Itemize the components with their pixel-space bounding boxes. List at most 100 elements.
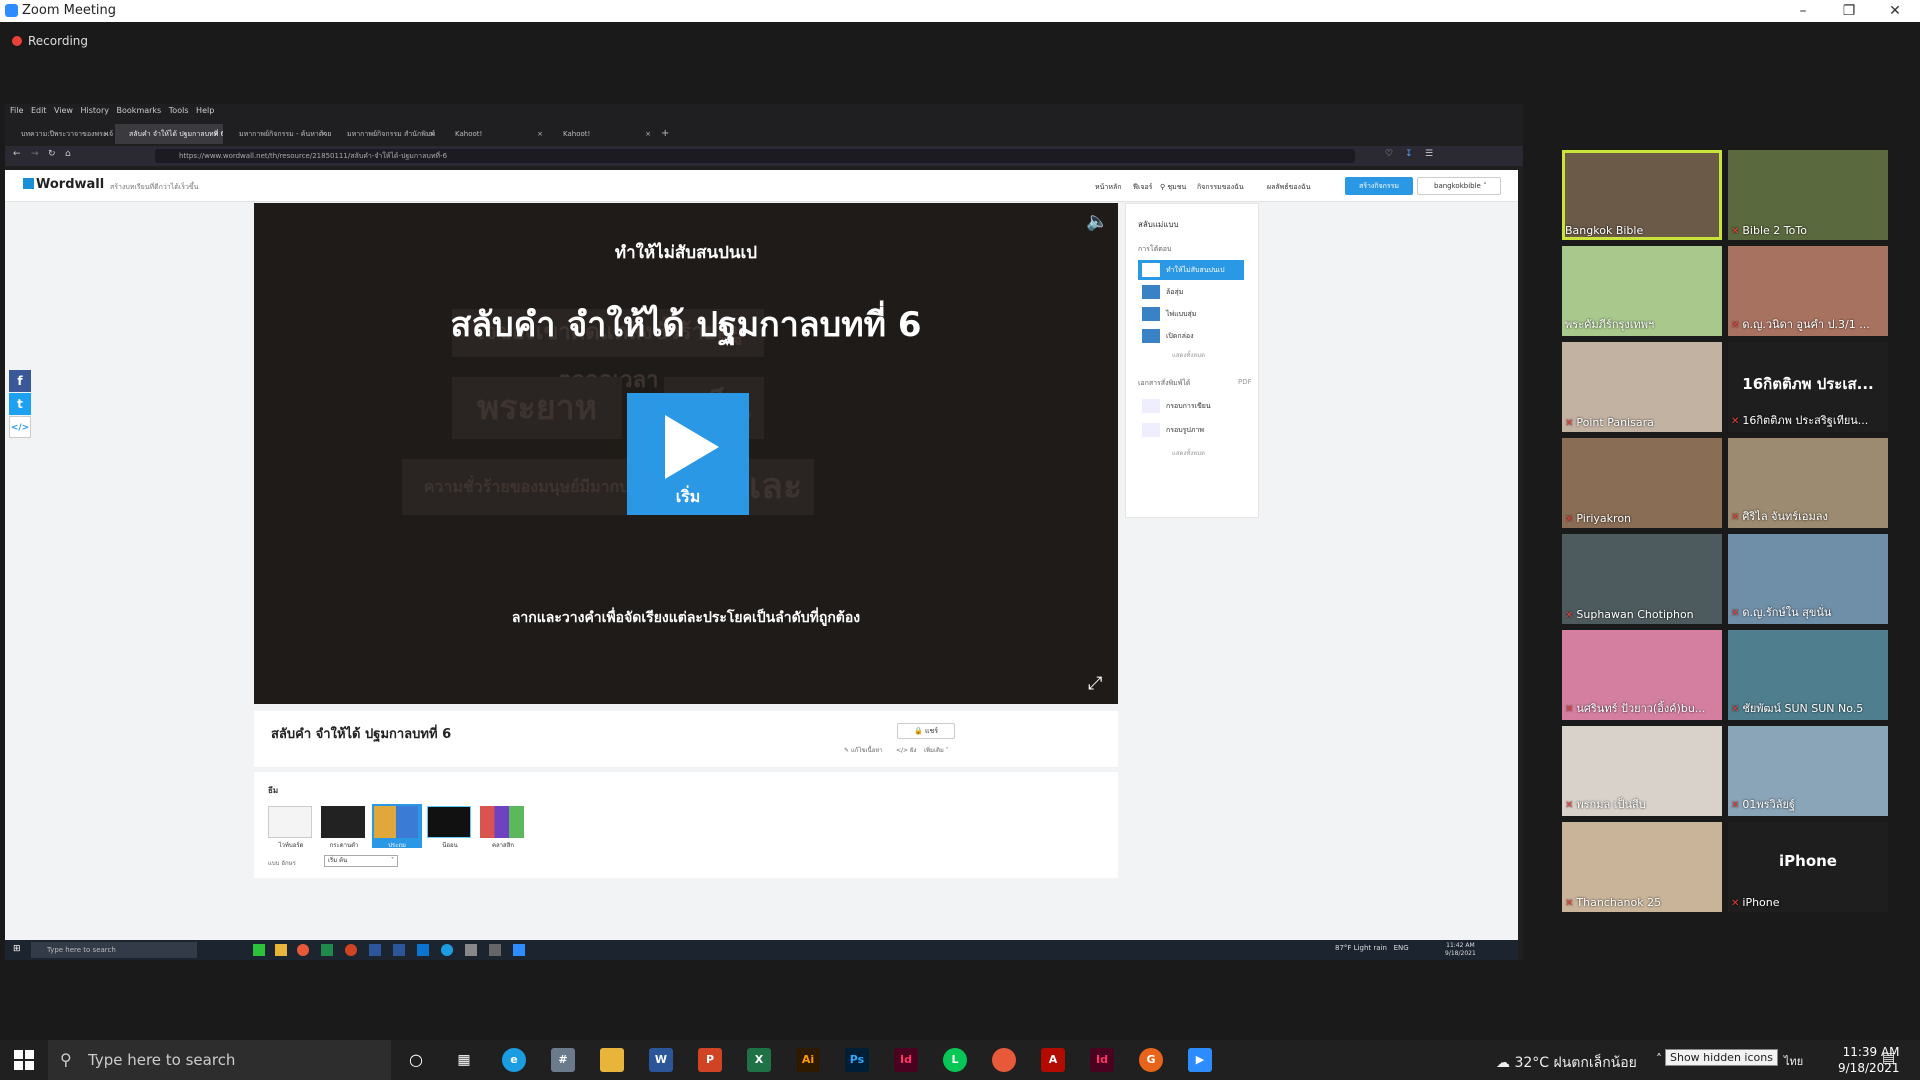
browser-tab[interactable]: Kahoot! × bbox=[441, 124, 547, 144]
close-tab-icon[interactable]: × bbox=[103, 124, 109, 144]
participant-video[interactable]: iPhone ✕ iPhone bbox=[1728, 822, 1888, 912]
twitter-share-icon[interactable]: t bbox=[9, 393, 31, 415]
template-option[interactable]: เปิดกล่อง bbox=[1138, 326, 1244, 346]
template-option[interactable]: ล้อสุ่ม bbox=[1138, 282, 1244, 302]
close-tab-icon[interactable]: × bbox=[429, 124, 435, 144]
close-tab-icon[interactable]: × bbox=[321, 124, 327, 144]
store-icon[interactable] bbox=[489, 944, 501, 956]
illustrator-icon[interactable]: Ai bbox=[796, 1048, 820, 1072]
participant-video[interactable]: 16กิตติภพ ประเส... ✕ 16กิตติภพ ประสริฐเทีย… bbox=[1728, 342, 1888, 432]
font-select[interactable]: เริ่ม ต้น ˅ bbox=[324, 855, 398, 867]
template-option[interactable]: ทำให้ไม่สับสนปนเป bbox=[1138, 260, 1244, 280]
cortana-icon[interactable]: ○ bbox=[404, 1048, 428, 1072]
edit-content-link[interactable]: ✎ แก้ไขเนื้อหา bbox=[844, 745, 883, 755]
facebook-share-icon[interactable]: f bbox=[9, 370, 31, 392]
show-all-link[interactable]: แสดงทั้งหมด bbox=[1172, 448, 1205, 458]
theme-option-selected[interactable]: ประถม bbox=[372, 804, 422, 849]
excel-icon[interactable] bbox=[321, 944, 333, 956]
browser-tab[interactable]: Kahoot! × bbox=[549, 124, 655, 144]
minimize-button[interactable]: – bbox=[1780, 0, 1826, 22]
language-indicator[interactable]: ไทย bbox=[1784, 1052, 1803, 1070]
participant-video[interactable]: พระคัมภีร์กรุงเทพฯ bbox=[1562, 246, 1722, 336]
word-icon[interactable]: W bbox=[649, 1048, 673, 1072]
sound-icon[interactable]: 🔈 bbox=[1086, 211, 1108, 232]
notification-icon[interactable]: ▤ bbox=[1882, 1050, 1895, 1066]
calculator-icon[interactable]: # bbox=[551, 1048, 575, 1072]
powerpoint-icon[interactable] bbox=[345, 944, 357, 956]
participant-video[interactable]: ✕ Thanchanok 25 bbox=[1562, 822, 1722, 912]
participant-video[interactable]: ✕ Point Panisara bbox=[1562, 342, 1722, 432]
menu-bookmarks[interactable]: Bookmarks bbox=[117, 106, 162, 115]
embed-share-icon[interactable]: </> bbox=[9, 416, 31, 438]
forward-icon[interactable]: → bbox=[31, 149, 39, 159]
participant-video[interactable]: Bangkok Bible bbox=[1562, 150, 1722, 240]
pocket-icon[interactable]: ♡ bbox=[1385, 149, 1393, 159]
start-button[interactable]: เริ่ม bbox=[627, 393, 749, 515]
download-icon[interactable]: ↧ bbox=[1405, 149, 1413, 159]
task-view-icon[interactable]: ▦ bbox=[452, 1048, 476, 1072]
nav-home[interactable]: หน้าหลัก bbox=[1095, 182, 1121, 193]
game-preview[interactable]: ใจของเขาคิดแต่สิ่งชั่วร้ายอยู่ตลอดเวลา พ… bbox=[254, 203, 1118, 704]
home-icon[interactable]: ⌂ bbox=[65, 149, 71, 159]
word-doc-icon[interactable] bbox=[417, 944, 429, 956]
participant-video[interactable]: ✕ Bible 2 ToTo bbox=[1728, 150, 1888, 240]
theme-option[interactable]: คลาสสิก bbox=[478, 804, 528, 849]
nav-community[interactable]: ⚲ ชุมชน bbox=[1160, 182, 1186, 193]
fullscreen-icon[interactable]: ⤢ bbox=[1088, 673, 1102, 694]
taskbar-search-box[interactable]: ⚲ Type here to search bbox=[48, 1040, 391, 1080]
theme-option[interactable]: ไวท์บอร์ด bbox=[266, 804, 316, 849]
weather-widget[interactable]: ☁ 32°C ฝนตกเล็กน้อย bbox=[1496, 1052, 1637, 1074]
close-button[interactable]: ✕ bbox=[1872, 0, 1918, 22]
close-tab-icon[interactable]: × bbox=[213, 124, 219, 144]
participant-video[interactable]: ✕ ด.ญ.รักษ์ใน สุขนั่น bbox=[1728, 534, 1888, 624]
menu-file[interactable]: File bbox=[10, 106, 23, 115]
menu-tools[interactable]: Tools bbox=[169, 106, 189, 115]
inner-search-box[interactable]: Type here to search bbox=[31, 942, 197, 958]
participant-video[interactable]: ✕ Piriyakron bbox=[1562, 438, 1722, 528]
line-app-icon[interactable]: L bbox=[943, 1048, 967, 1072]
share-button[interactable]: 🔒 แชร์ bbox=[897, 723, 955, 739]
word-icon[interactable] bbox=[393, 944, 405, 956]
theme-option[interactable]: นีออน bbox=[425, 804, 475, 849]
close-tab-icon[interactable]: × bbox=[537, 124, 543, 144]
participant-video[interactable]: ✕ นศรินทร์ ปัวยาว(อิ้งค์)bu... bbox=[1562, 630, 1722, 720]
zoom-app-icon[interactable]: ▶ bbox=[1188, 1048, 1212, 1072]
more-link[interactable]: เพิ่มเติม ˅ bbox=[924, 745, 949, 755]
nav-features[interactable]: ฟีเจอร์ bbox=[1133, 182, 1152, 193]
participant-video[interactable]: ✕ ศิริไล จันทร์เอมลง bbox=[1728, 438, 1888, 528]
print-option[interactable]: กรอบการเขียน bbox=[1138, 396, 1244, 418]
recording-indicator[interactable]: Recording bbox=[12, 34, 88, 48]
participant-video[interactable]: ✕ ด.ญ.วนิดา อูนคำ ป.3/1 ... bbox=[1728, 246, 1888, 336]
nav-my-results[interactable]: ผลลัพธ์ของฉัน bbox=[1267, 182, 1311, 193]
new-tab-icon[interactable]: + bbox=[659, 124, 673, 144]
file-explorer-icon[interactable] bbox=[275, 944, 287, 956]
browser-tab-active[interactable]: สลับคำ จำให้ได้ ปฐมกาลบทที่ 6 × bbox=[115, 124, 223, 144]
notes-icon[interactable] bbox=[465, 944, 477, 956]
wordwall-logo[interactable]: Wordwall bbox=[23, 177, 104, 192]
inner-start-icon[interactable]: ⊞ bbox=[13, 944, 21, 954]
create-activity-button[interactable]: สร้างกิจกรรม bbox=[1345, 177, 1413, 195]
back-icon[interactable]: ← bbox=[13, 149, 21, 159]
hamburger-menu-icon[interactable]: ☰ bbox=[1425, 149, 1433, 159]
edge-icon[interactable] bbox=[441, 944, 453, 956]
browser-tab[interactable]: มหากาพย์กิจกรรม - ค้นหาด้วย × bbox=[225, 124, 331, 144]
menu-view[interactable]: View bbox=[54, 106, 73, 115]
reload-icon[interactable]: ↻ bbox=[48, 149, 56, 159]
edge-icon[interactable]: e bbox=[502, 1048, 526, 1072]
acrobat-icon[interactable]: A bbox=[1041, 1048, 1065, 1072]
embed-link[interactable]: </> ฝัง bbox=[896, 745, 916, 755]
close-tab-icon[interactable]: × bbox=[645, 124, 651, 144]
excel-icon[interactable]: X bbox=[747, 1048, 771, 1072]
participant-video[interactable]: ✕ ชัยพัฒน์ SUN SUN No.5 bbox=[1728, 630, 1888, 720]
line-app-icon[interactable] bbox=[253, 944, 265, 956]
show-all-link[interactable]: แสดงทั้งหมด bbox=[1172, 350, 1205, 360]
nav-my-activities[interactable]: กิจกรรมของฉัน bbox=[1197, 182, 1244, 193]
start-windows-icon[interactable] bbox=[14, 1050, 34, 1070]
grammarly-icon[interactable]: G bbox=[1139, 1048, 1163, 1072]
calculator-icon[interactable] bbox=[369, 944, 381, 956]
url-bar[interactable]: https://www.wordwall.net/th/resource/218… bbox=[155, 149, 1355, 163]
participant-video[interactable]: ✕ พรกมล เป็นสีบ bbox=[1562, 726, 1722, 816]
restore-button[interactable]: ❐ bbox=[1826, 0, 1872, 22]
powerpoint-icon[interactable]: P bbox=[698, 1048, 722, 1072]
zoom-app-icon[interactable] bbox=[513, 944, 525, 956]
